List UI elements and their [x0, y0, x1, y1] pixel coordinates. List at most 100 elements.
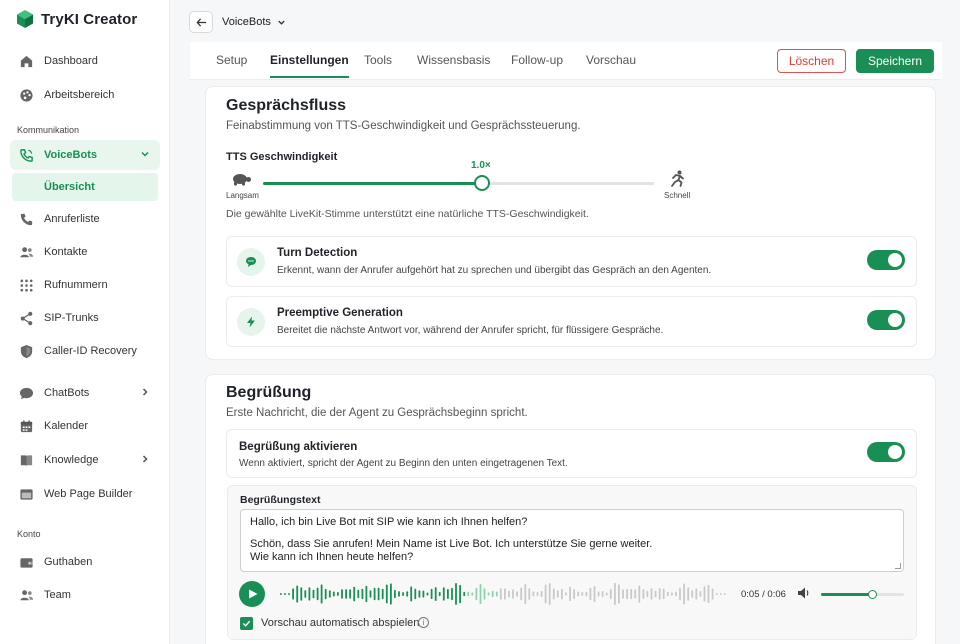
- team-icon: [18, 587, 34, 603]
- greeting-enable-toggle[interactable]: [867, 442, 905, 462]
- palette-icon: [18, 87, 34, 103]
- waveform-bar: [463, 591, 466, 597]
- sidebar-item-kontakte[interactable]: Kontakte: [10, 237, 160, 267]
- waveform-bar: [524, 583, 527, 605]
- sidebar-subitem-uebersicht[interactable]: Übersicht: [12, 173, 158, 201]
- sidebar-item-anruferliste[interactable]: Anruferliste: [10, 204, 160, 234]
- waveform-bar: [548, 583, 551, 605]
- tts-speed-label: TTS Geschwindigkeit: [226, 151, 338, 163]
- waveform-bar: [609, 588, 612, 600]
- waveform-bar: [654, 590, 657, 598]
- volume-thumb[interactable]: [867, 590, 877, 599]
- sidebar-item-label: ChatBots: [44, 387, 90, 399]
- shield-icon: [18, 343, 34, 359]
- bolt-icon: [237, 308, 265, 336]
- waveform-bar: [426, 592, 429, 596]
- volume-icon[interactable]: [797, 586, 811, 600]
- tab-vorschau[interactable]: Vorschau: [586, 53, 636, 76]
- waveform-bar: [719, 593, 722, 595]
- waveform-bar: [703, 586, 706, 602]
- play-button[interactable]: [239, 581, 265, 607]
- tab-follow-up[interactable]: Follow-up: [511, 53, 563, 76]
- wallet-icon: [18, 554, 34, 570]
- waveform-bar: [353, 586, 356, 602]
- waveform-bar: [455, 583, 457, 605]
- waveform-bar: [577, 591, 580, 597]
- chevron-down-icon: [141, 151, 149, 157]
- waveform-bar: [328, 590, 331, 598]
- waveform-bar: [520, 587, 523, 601]
- bot-selector[interactable]: VoiceBots: [222, 16, 286, 28]
- sidebar-item-chatbots[interactable]: ChatBots: [10, 378, 160, 408]
- waveform-bar: [288, 593, 290, 595]
- volume-fill: [821, 593, 872, 596]
- option-title: Preemptive Generation: [277, 307, 403, 319]
- bot-selector-label: VoiceBots: [222, 16, 271, 28]
- waveform-bar: [369, 590, 372, 598]
- sidebar: TryKI Creator Dashboard Arbeitsbereich K…: [0, 0, 170, 644]
- check-icon: [242, 620, 251, 627]
- tab-tools[interactable]: Tools: [364, 53, 392, 76]
- sidebar-item-label: Guthaben: [44, 556, 93, 568]
- resize-handle[interactable]: [895, 563, 901, 569]
- preemptive-generation-toggle[interactable]: [867, 310, 905, 330]
- sidebar-item-label: Web Page Builder: [44, 488, 133, 500]
- sidebar-item-knowledge[interactable]: Knowledge: [10, 445, 160, 475]
- waveform-bar: [337, 592, 339, 596]
- save-button[interactable]: Speichern: [856, 49, 934, 73]
- waveform-bar: [605, 592, 608, 596]
- slider-thumb[interactable]: [474, 175, 490, 191]
- sidebar-item-sip-trunks[interactable]: SIP-Trunks: [10, 303, 160, 333]
- waveform-bar: [357, 589, 360, 599]
- back-button[interactable]: [189, 11, 213, 33]
- chat-bubble-icon: [237, 248, 265, 276]
- tts-speed-slider[interactable]: [263, 175, 654, 191]
- waveform-bar: [292, 588, 294, 600]
- waveform-bar: [544, 584, 547, 604]
- waveform-bar: [707, 584, 710, 604]
- waveform-bar: [565, 592, 567, 596]
- chat-icon: [18, 385, 34, 401]
- waveform-bar: [451, 587, 453, 601]
- autoplay-label: Vorschau automatisch abspielen: [261, 617, 420, 629]
- waveform-bar: [410, 586, 413, 602]
- sidebar-item-caller-id-recovery[interactable]: Caller-ID Recovery: [10, 336, 160, 366]
- brand[interactable]: TryKI Creator: [17, 10, 137, 28]
- waveform-bar: [516, 591, 518, 597]
- waveform-bar: [483, 588, 486, 600]
- tab-einstellungen[interactable]: Einstellungen: [270, 53, 349, 78]
- sidebar-item-team[interactable]: Team: [10, 580, 160, 610]
- sidebar-item-label: Dashboard: [44, 55, 98, 67]
- waveform-bar: [398, 591, 400, 597]
- waveform-bar: [447, 589, 449, 599]
- waveform-bar: [308, 587, 311, 601]
- waveform-bar: [316, 587, 319, 601]
- sidebar-item-guthaben[interactable]: Guthaben: [10, 547, 160, 577]
- waveform-bar: [324, 588, 327, 600]
- waveform-bar: [341, 589, 343, 599]
- turn-detection-toggle[interactable]: [867, 250, 905, 270]
- sidebar-item-rufnummern[interactable]: Rufnummern: [10, 270, 160, 300]
- sidebar-item-voicebots[interactable]: VoiceBots: [10, 140, 160, 170]
- delete-button[interactable]: Löschen: [777, 49, 846, 73]
- autoplay-checkbox[interactable]: [240, 617, 253, 630]
- tab-setup[interactable]: Setup: [216, 53, 247, 76]
- section-label-kommunikation: Kommunikation: [17, 125, 80, 135]
- audio-waveform[interactable]: [280, 580, 728, 608]
- sidebar-item-arbeitsbereich[interactable]: Arbeitsbereich: [10, 80, 160, 110]
- sidebar-item-dashboard[interactable]: Dashboard: [10, 46, 160, 76]
- waveform-bar: [593, 586, 596, 603]
- sidebar-item-web-page-builder[interactable]: Web Page Builder: [10, 479, 160, 509]
- flow-title: Gesprächsfluss: [226, 97, 347, 114]
- greeting-textarea[interactable]: Hallo, ich bin Live Bot mit SIP wie kann…: [240, 509, 904, 572]
- sidebar-item-kalender[interactable]: Kalender: [10, 411, 160, 441]
- info-icon[interactable]: i: [418, 617, 429, 628]
- running-person-icon: [671, 170, 684, 187]
- volume-slider[interactable]: [821, 590, 904, 599]
- waveform-bar: [414, 588, 417, 600]
- greeting-text-line: Schön, dass Sie anrufen! Mein Name ist L…: [250, 537, 653, 550]
- tab-wissensbasis[interactable]: Wissensbasis: [417, 53, 490, 76]
- fast-label: Schnell: [664, 191, 691, 200]
- chevron-down-icon: [278, 20, 285, 25]
- waveform-bar: [536, 592, 539, 596]
